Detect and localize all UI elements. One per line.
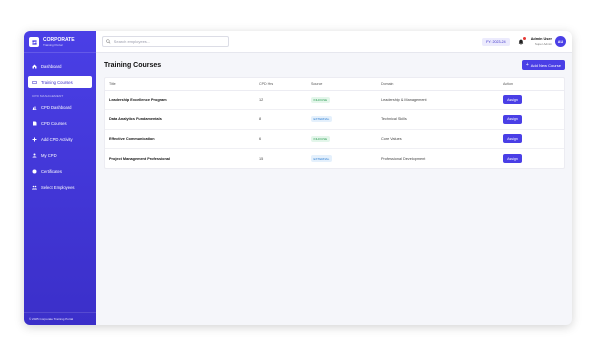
home-icon <box>32 64 37 69</box>
sidebar: CORPORATE Training Portal Dashboard Trai… <box>24 31 96 325</box>
certificate-icon <box>32 169 37 174</box>
assign-button[interactable]: Assign <box>503 134 522 144</box>
table-row: Project Management Professional 15 EXTER… <box>105 149 564 169</box>
cpd-hours: 15 <box>259 156 264 161</box>
sidebar-item-certificates[interactable]: Certificates <box>28 165 92 177</box>
avatar[interactable]: AU <box>555 36 566 47</box>
main-area: FY: 2023-24 Admin User Super Admin AU Tr… <box>96 31 572 325</box>
sidebar-item-label: Dashboard <box>41 63 62 69</box>
column-header-source: Source <box>307 78 377 91</box>
sidebar-item-dashboard[interactable]: Dashboard <box>28 60 92 72</box>
course-title: Project Management Professional <box>109 156 170 161</box>
course-title: Leadership Excellence Program <box>105 90 255 110</box>
cpd-hours: 12 <box>255 90 307 110</box>
users-icon <box>32 185 37 190</box>
brand-subtitle: Training Portal <box>43 43 63 47</box>
table-row: Effective Communication 6 INHOUSE Core V… <box>105 129 564 149</box>
year-badge[interactable]: FY: 2023-24 <box>482 37 510 46</box>
course-domain: Leadership & Management <box>377 90 499 110</box>
table-row: Data Analytics Fundamentals 8 EXTERNAL T… <box>105 109 564 130</box>
course-title: Data Analytics Fundamentals <box>105 109 255 130</box>
source-badge: EXTERNAL <box>311 116 332 123</box>
logo-icon <box>29 37 39 47</box>
topbar: FY: 2023-24 Admin User Super Admin AU <box>96 31 572 53</box>
cpd-hours: 6 <box>255 129 307 149</box>
topbar-right: FY: 2023-24 Admin User Super Admin AU <box>482 36 566 47</box>
sidebar-item-label: Training Courses <box>41 79 73 85</box>
courses-table-card: Title CPD Hrs Source Domain Action Leade… <box>104 77 565 169</box>
bell-icon[interactable] <box>518 37 526 45</box>
plus-icon: + <box>525 61 529 68</box>
sidebar-item-my-cpd[interactable]: My CPD <box>28 149 92 161</box>
column-header-cpd: CPD Hrs <box>255 78 307 91</box>
search-box[interactable] <box>102 36 229 47</box>
course-domain: Core Values <box>377 129 499 149</box>
chart-icon <box>32 105 37 110</box>
sidebar-item-label: My CPD <box>41 152 57 158</box>
user-role: Super Admin <box>534 42 552 46</box>
user-icon <box>32 153 37 158</box>
plus-icon <box>32 137 37 142</box>
source-badge: INHOUSE <box>311 96 330 103</box>
sidebar-item-cpd-dashboard[interactable]: CPD Dashboard <box>28 101 92 113</box>
search-input[interactable] <box>113 39 225 44</box>
app-window: CORPORATE Training Portal Dashboard Trai… <box>24 31 572 325</box>
content: Training Courses + Add New Course Title … <box>96 53 572 169</box>
book-icon <box>32 80 37 85</box>
sidebar-item-label: CPD Courses <box>41 120 67 126</box>
page-title: Training Courses <box>104 61 162 69</box>
column-header-domain: Domain <box>377 78 499 91</box>
add-button-label: Add New Course <box>530 62 561 68</box>
courses-table: Title CPD Hrs Source Domain Action Leade… <box>105 78 564 168</box>
search-icon <box>106 39 111 44</box>
course-domain: Professional Development <box>381 156 426 161</box>
sidebar-item-label: Certificates <box>41 168 62 174</box>
notification-dot <box>522 37 526 40</box>
source-badge: INHOUSE <box>311 135 330 142</box>
add-new-course-button[interactable]: + Add New Course <box>521 60 565 70</box>
nav-section-label: CPD MANAGEMENT <box>32 94 64 98</box>
sidebar-item-label: Add CPD Activity <box>41 136 73 142</box>
sidebar-item-label: CPD Dashboard <box>41 104 72 110</box>
assign-button[interactable]: Assign <box>503 154 522 163</box>
sidebar-nav: Dashboard Training Courses CPD MANAGEMEN… <box>24 53 96 193</box>
sidebar-item-add-cpd-activity[interactable]: Add CPD Activity <box>28 133 92 145</box>
sidebar-footer: © 2025 Corporate Training Portal <box>24 312 96 325</box>
assign-button[interactable]: Assign <box>503 114 522 124</box>
table-header-row: Title CPD Hrs Source Domain Action <box>105 78 564 91</box>
course-domain: Technical Skills <box>377 109 499 130</box>
assign-button[interactable]: Assign <box>503 95 522 105</box>
brand: CORPORATE Training Portal <box>24 31 96 53</box>
cpd-hours: 8 <box>255 109 307 130</box>
source-badge: EXTERNAL <box>311 155 332 162</box>
sidebar-item-cpd-courses[interactable]: CPD Courses <box>28 117 92 129</box>
column-header-title: Title <box>105 78 255 91</box>
table-row: Leadership Excellence Program 12 INHOUSE… <box>105 90 564 110</box>
sidebar-item-select-employees[interactable]: Select Employees <box>28 181 92 193</box>
sidebar-item-label: Select Employees <box>41 184 75 190</box>
sidebar-item-training-courses[interactable]: Training Courses <box>28 76 92 88</box>
user-info[interactable]: Admin User Super Admin <box>531 37 552 46</box>
column-header-action: Action <box>499 78 564 91</box>
document-icon <box>32 121 37 126</box>
course-title: Effective Communication <box>105 129 255 149</box>
content-header: Training Courses + Add New Course <box>104 60 565 70</box>
